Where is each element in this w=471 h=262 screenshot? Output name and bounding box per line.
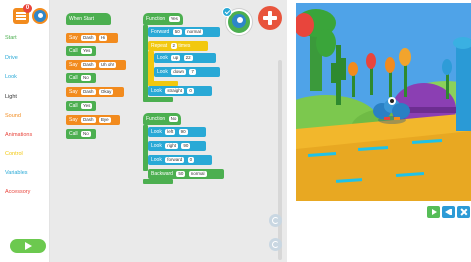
look-block[interactable]: Look forward 0 <box>148 155 212 165</box>
repeat-count-field[interactable]: 2 <box>170 42 178 49</box>
function-name-field[interactable]: No <box>168 115 179 122</box>
look-angle-field[interactable]: 7 <box>189 68 196 75</box>
function-label: Function <box>146 116 166 122</box>
call-function-block[interactable]: Call No <box>66 73 96 83</box>
scene-illustration <box>296 3 471 201</box>
rewind-simulation-button[interactable] <box>442 206 455 218</box>
category-start[interactable]: Start <box>5 35 17 41</box>
look-block[interactable]: Look right 90 <box>148 141 206 151</box>
notification-badge: 0 <box>23 4 32 13</box>
when-start-label: When Start <box>69 16 95 22</box>
connected-check-icon <box>222 7 232 17</box>
undo-icon[interactable] <box>269 214 282 227</box>
look-angle-field[interactable]: 0 <box>187 156 195 163</box>
say-text-field[interactable]: Uh oh! <box>98 61 117 68</box>
say-label: Say <box>69 89 78 95</box>
look-angle-field[interactable]: 22 <box>183 54 193 61</box>
function-no-header[interactable]: Function No <box>143 113 181 125</box>
look-direction-field[interactable]: forward <box>165 156 185 163</box>
call-function-block[interactable]: Call Yes <box>66 101 96 111</box>
say-label: Say <box>69 35 78 41</box>
function-no-footer <box>143 179 173 184</box>
say-text-field[interactable]: Okay <box>98 88 114 95</box>
function-name-field[interactable]: No <box>81 74 91 81</box>
code-workspace[interactable]: When Start Say Dash Hi Call Yes Say Dash… <box>50 0 287 262</box>
say-block[interactable]: Say Dash Bye <box>66 115 120 125</box>
look-label: Look <box>151 143 162 149</box>
look-angle-field[interactable]: 90 <box>181 142 191 149</box>
look-direction-field[interactable]: left <box>165 128 176 135</box>
repeat-block[interactable]: Repeat 2 times <box>148 41 208 51</box>
forward-block[interactable]: Forward 50 normal <box>148 27 220 37</box>
function-name-field[interactable]: No <box>81 130 91 137</box>
look-direction-field[interactable]: down <box>171 68 186 75</box>
look-label: Look <box>151 88 162 94</box>
app-root: 0 Start Drive Look Light Sound Animation… <box>0 0 471 262</box>
category-sound[interactable]: Sound <box>5 113 21 119</box>
function-yes-footer <box>143 97 173 102</box>
say-block[interactable]: Say Dash Uh oh! <box>66 60 126 70</box>
category-animations[interactable]: Animations <box>5 132 32 138</box>
say-label: Say <box>69 62 78 68</box>
look-label: Look <box>151 129 162 135</box>
when-start-block[interactable]: When Start <box>66 13 111 25</box>
play-simulation-button[interactable] <box>427 206 440 218</box>
robot-field[interactable]: Dash <box>81 34 96 41</box>
function-name-field[interactable]: Yes <box>81 47 93 54</box>
look-direction-field[interactable]: straight <box>165 87 184 94</box>
function-name-field[interactable]: Yes <box>168 15 180 22</box>
look-direction-field[interactable]: up <box>171 54 181 61</box>
plus-icon[interactable] <box>258 6 282 30</box>
say-text-field[interactable]: Hi <box>98 34 108 41</box>
function-name-field[interactable]: Yes <box>81 102 93 109</box>
look-angle-field[interactable]: 0 <box>187 87 194 94</box>
robot-field[interactable]: Dash <box>81 116 96 123</box>
function-label: Function <box>146 16 166 22</box>
category-accessory[interactable]: Accessory <box>5 189 30 195</box>
robot-field[interactable]: Dash <box>81 61 96 68</box>
category-light[interactable]: Light <box>5 94 17 100</box>
speed-field[interactable]: normal <box>185 28 203 35</box>
backward-block[interactable]: Backward 50 normal <box>148 169 224 179</box>
look-block[interactable]: Look down 7 <box>154 67 220 77</box>
backward-label: Backward <box>151 171 173 177</box>
say-block[interactable]: Say Dash Hi <box>66 33 118 43</box>
look-angle-field[interactable]: 90 <box>178 128 188 135</box>
close-simulation-button[interactable] <box>457 206 470 218</box>
look-label: Look <box>157 69 168 75</box>
call-label: Call <box>69 131 78 137</box>
look-block[interactable]: Look up 22 <box>154 53 216 63</box>
call-function-block[interactable]: Call No <box>66 129 96 139</box>
robot-avatar-icon[interactable] <box>32 8 48 24</box>
say-block[interactable]: Say Dash Okay <box>66 87 124 97</box>
distance-field[interactable]: 50 <box>176 170 186 177</box>
category-sidebar: 0 Start Drive Look Light Sound Animation… <box>0 0 50 262</box>
run-program-button[interactable] <box>10 239 46 253</box>
category-variables[interactable]: Variables <box>5 170 28 176</box>
look-block[interactable]: Look left 90 <box>148 127 206 137</box>
look-block[interactable]: Look straight 0 <box>148 86 212 96</box>
call-label: Call <box>69 48 78 54</box>
forward-label: Forward <box>151 29 170 35</box>
speed-field[interactable]: normal <box>188 170 207 177</box>
robot-field[interactable]: Dash <box>81 88 96 95</box>
call-function-block[interactable]: Call Yes <box>66 46 96 56</box>
say-text-field[interactable]: Bye <box>98 116 111 123</box>
category-drive[interactable]: Drive <box>5 55 18 61</box>
redo-icon[interactable] <box>269 238 282 251</box>
simulation-scene <box>296 3 471 201</box>
look-label: Look <box>157 55 168 61</box>
say-label: Say <box>69 117 78 123</box>
call-label: Call <box>69 103 78 109</box>
repeat-label: Repeat <box>151 43 168 49</box>
call-label: Call <box>69 75 78 81</box>
category-control[interactable]: Control <box>5 151 23 157</box>
workspace-scrollbar[interactable] <box>278 60 282 260</box>
distance-field[interactable]: 50 <box>172 28 182 35</box>
look-label: Look <box>151 157 162 163</box>
look-direction-field[interactable]: right <box>165 142 178 149</box>
repeat-unit-label: times <box>178 43 191 49</box>
function-yes-header[interactable]: Function Yes <box>143 13 183 25</box>
category-look[interactable]: Look <box>5 74 17 80</box>
